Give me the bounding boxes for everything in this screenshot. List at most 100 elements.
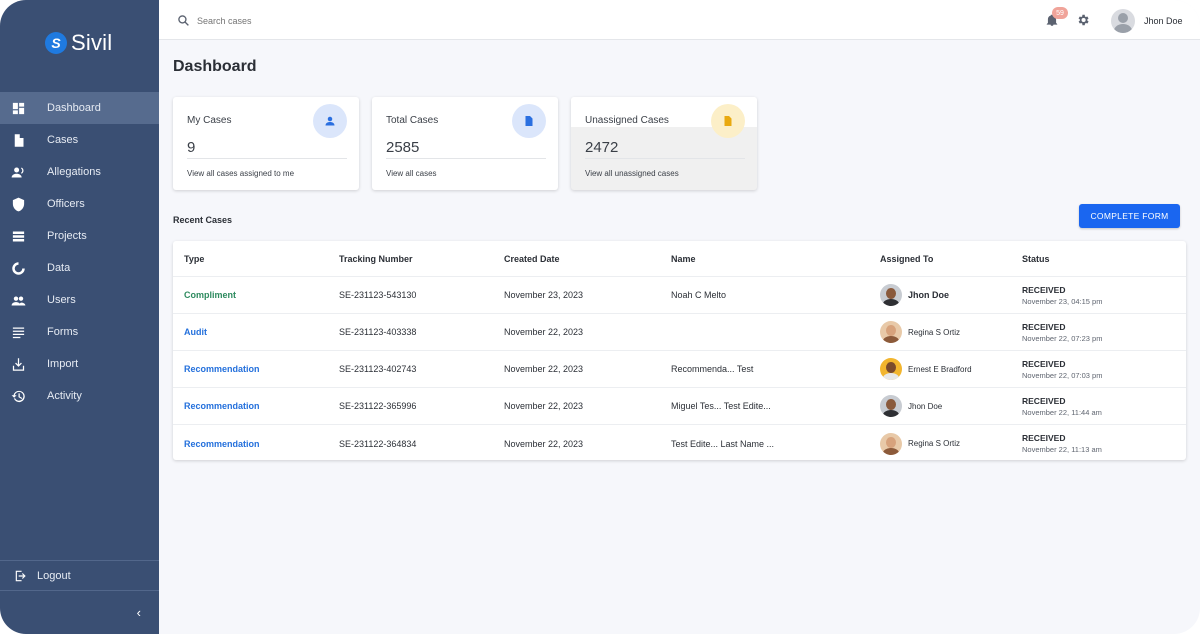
sidebar: S Sivil Dashboard Cases Allegations Offi… <box>0 0 159 634</box>
status-cell: RECEIVED November 22, 07:23 pm <box>1022 314 1102 350</box>
collapse-sidebar-button[interactable]: ‹ <box>0 590 159 634</box>
assigned-to: Jhon Doe <box>880 277 949 313</box>
form-lines-icon <box>11 325 26 340</box>
sidebar-item-allegations[interactable]: Allegations <box>0 156 159 188</box>
page-title: Dashboard <box>173 58 257 75</box>
logout-icon <box>15 570 26 582</box>
sidebar-item-label: Allegations <box>47 166 101 178</box>
status-time: November 22, 11:44 am <box>1022 407 1102 417</box>
case-type-link[interactable]: Audit <box>184 314 207 350</box>
assigned-to: Ernest E Bradford <box>880 351 972 387</box>
table-row[interactable]: Compliment SE-231123-543130 November 23,… <box>173 277 1186 314</box>
tracking-number: SE-231123-402743 <box>339 364 417 374</box>
app-logo[interactable]: S Sivil <box>45 29 112 57</box>
tracking-number: SE-231122-364834 <box>339 438 417 449</box>
user-name[interactable]: Jhon Doe <box>1144 16 1183 26</box>
report-person-icon <box>11 165 26 180</box>
recent-cases-table: Type Tracking Number Created Date Name A… <box>173 241 1186 460</box>
sidebar-item-label: Dashboard <box>47 102 101 114</box>
sidebar-item-label: Cases <box>47 134 79 146</box>
card-divider <box>187 158 347 159</box>
users-icon <box>11 293 26 308</box>
notification-count-badge: 59 <box>1052 7 1068 19</box>
settings-button[interactable] <box>1076 13 1090 27</box>
view-unassigned-cases-link[interactable]: View all unassigned cases <box>585 169 679 178</box>
sidebar-footer: Logout <box>0 560 159 591</box>
table-row[interactable]: Recommendation SE-231122-364834 November… <box>173 425 1186 460</box>
sidebar-item-users[interactable]: Users <box>0 284 159 316</box>
view-all-cases-link[interactable]: View all cases <box>386 169 437 178</box>
assigned-to: Jhon Doe <box>880 388 942 424</box>
status-cell: RECEIVED November 22, 11:13 am <box>1022 425 1102 460</box>
sidebar-item-import[interactable]: Import <box>0 348 159 380</box>
sidebar-item-officers[interactable]: Officers <box>0 188 159 220</box>
column-header-name[interactable]: Name <box>671 241 696 276</box>
status-badge: RECEIVED <box>1022 284 1066 295</box>
my-cases-card[interactable]: My Cases 9 View all cases assigned to me <box>173 97 359 190</box>
table-row[interactable]: Audit SE-231123-403338 November 22, 2023… <box>173 314 1186 351</box>
case-type-link[interactable]: Recommendation <box>184 351 260 387</box>
case-type-link[interactable]: Compliment <box>184 277 236 313</box>
column-header-tracking[interactable]: Tracking Number <box>339 241 413 276</box>
dashboard-icon <box>11 101 26 116</box>
status-badge: RECEIVED <box>1022 321 1066 332</box>
status-badge: RECEIVED <box>1022 433 1066 443</box>
status-cell: RECEIVED November 22, 11:44 am <box>1022 388 1102 424</box>
sidebar-item-label: Import <box>47 358 79 370</box>
column-header-status[interactable]: Status <box>1022 241 1050 276</box>
search-input[interactable] <box>197 12 457 30</box>
status-cell: RECEIVED November 22, 07:03 pm <box>1022 351 1102 387</box>
sidebar-item-dashboard[interactable]: Dashboard <box>0 92 159 124</box>
list-icon <box>11 229 26 244</box>
avatar <box>880 358 902 380</box>
unassigned-cases-card[interactable]: Unassigned Cases 2472 View all unassigne… <box>571 97 757 190</box>
card-divider <box>585 158 745 159</box>
person-icon <box>313 104 347 138</box>
created-date: November 22, 2023 <box>504 364 584 374</box>
donut-chart-icon <box>11 261 26 276</box>
sidebar-item-label: Users <box>47 294 76 306</box>
table-row[interactable]: Recommendation SE-231122-365996 November… <box>173 388 1186 425</box>
sidebar-item-cases[interactable]: Cases <box>0 124 159 156</box>
sidebar-item-label: Projects <box>47 230 87 242</box>
case-name: Recommenda... Test <box>671 364 754 374</box>
created-date: November 22, 2023 <box>504 401 584 411</box>
card-divider <box>386 158 546 159</box>
sidebar-nav: Dashboard Cases Allegations Officers Pro… <box>0 92 159 412</box>
shield-icon <box>11 197 26 212</box>
status-badge: RECEIVED <box>1022 395 1066 406</box>
sidebar-item-projects[interactable]: Projects <box>0 220 159 252</box>
assigned-to: Regina S Ortiz <box>880 425 960 460</box>
recent-cases-heading: Recent Cases <box>173 215 233 225</box>
case-type-link[interactable]: Recommendation <box>184 388 260 424</box>
assignee-name: Regina S Ortiz <box>908 439 961 448</box>
sidebar-item-forms[interactable]: Forms <box>0 316 159 348</box>
column-header-type[interactable]: Type <box>184 241 204 276</box>
table-row[interactable]: Recommendation SE-231123-402743 November… <box>173 351 1186 388</box>
tracking-number: SE-231122-365996 <box>339 401 417 411</box>
case-type-link[interactable]: Recommendation <box>184 425 260 460</box>
status-badge: RECEIVED <box>1022 358 1066 369</box>
avatar <box>880 432 902 455</box>
logout-button[interactable]: Logout <box>0 561 159 591</box>
sidebar-item-data[interactable]: Data <box>0 252 159 284</box>
logo-mark-icon: S <box>45 32 67 54</box>
avatar <box>880 284 902 306</box>
card-value: 2585 <box>386 139 420 156</box>
sidebar-item-activity[interactable]: Activity <box>0 380 159 412</box>
top-bar: 59 Jhon Doe <box>159 0 1200 40</box>
complete-form-button[interactable]: COMPLETE FORM <box>1079 204 1180 228</box>
avatar <box>880 395 902 417</box>
card-value: 2472 <box>585 139 619 156</box>
total-cases-card[interactable]: Total Cases 2585 View all cases <box>372 97 558 190</box>
gear-icon <box>1078 14 1089 26</box>
user-avatar[interactable] <box>1111 9 1135 33</box>
column-header-created[interactable]: Created Date <box>504 241 560 276</box>
search-icon <box>178 15 189 26</box>
app-name: Sivil <box>71 30 113 55</box>
document-icon <box>512 104 546 138</box>
column-header-assigned[interactable]: Assigned To <box>880 241 933 276</box>
assignee-name: Jhon Doe <box>908 401 943 411</box>
status-time: November 22, 11:13 am <box>1022 445 1102 454</box>
view-my-cases-link[interactable]: View all cases assigned to me <box>187 169 294 178</box>
